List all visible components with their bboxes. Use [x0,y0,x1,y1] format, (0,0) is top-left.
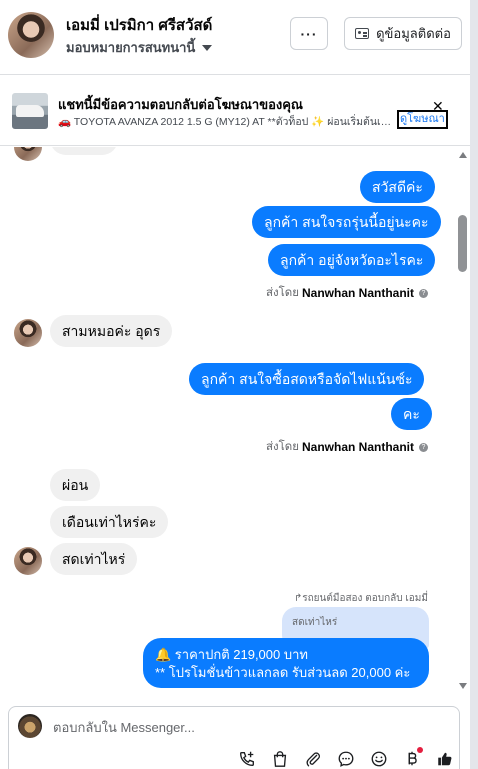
info-icon[interactable]: ? [419,288,428,298]
scroll-thumb[interactable] [458,215,467,272]
sent-by-label: ส่งโดย Nanwhan Nanthanit ? [266,438,428,456]
sender-name: Nanwhan Nanthanit [301,440,414,454]
caret-down-icon [202,44,213,51]
info-icon[interactable]: ? [419,442,428,452]
paperclip-icon[interactable] [301,747,325,769]
message-line: 🔔 ราคาปกติ 219,000 บาท [155,647,308,662]
emoji-icon[interactable] [367,747,391,769]
message-bubble-outgoing: ลูกค้า สนใจซื้อสดหรือจัดไฟแน้นซ์ะ [189,363,425,395]
ad-banner-title: แชทนี้มีข้อความตอบกลับต่อโฆษณาของคุณ [58,97,303,112]
page-avatar [18,714,42,738]
thread-scrollbar[interactable] [455,147,470,695]
baht-payment-icon[interactable] [400,747,424,769]
message-bubble-outgoing: สวัสดีค่ะ [360,171,435,203]
message-bubble-incoming: ผ่อน [50,469,101,501]
close-icon[interactable]: ✕ [432,99,444,113]
reply-context-label: ↱รถยนต์มือสอง ตอบกลับ เอมมี่ [293,593,428,604]
contact-avatar-small [14,147,42,161]
sent-by-prefix: ส่งโดย [265,441,299,453]
sent-by-prefix: ส่งโดย [265,287,299,299]
notification-dot [417,747,423,753]
message-thread[interactable]: สวัสดีค่ะ ลูกค้า สนใจรถรุ่นนี้อยู่นะคะ ล… [0,147,470,695]
scroll-down-arrow-icon[interactable] [459,683,467,689]
message-bubble-outgoing: 🔔 ราคาปกติ 219,000 บาท ** โปรโมชั่นข้าวแ… [143,638,429,688]
chat-bubble-icon[interactable] [334,747,358,769]
scroll-up-arrow-icon[interactable] [459,152,467,158]
call-add-icon[interactable] [235,747,259,769]
message-composer [8,706,460,769]
window-edge [470,0,478,769]
message-line: ** โปรโมชั่นข้าวแลกลด รับส่วนลด 20,000 ค… [155,665,411,680]
assign-label: มอบหมายการสนทนานี้ [66,40,196,55]
contact-avatar-small [14,547,42,575]
message-bubble-outgoing: คะ [391,398,432,430]
message-bubble-incoming: เดือนเท่าไหร่คะ [50,506,169,538]
conversation-header: เอมมี่ เปรมิกา ศรีสวัสด์ มอบหมายการสนทนา… [0,0,478,75]
contact-card-icon [355,28,370,39]
contact-avatar-small [14,319,42,347]
reply-input[interactable] [53,716,403,738]
contact-name[interactable]: เอมมี่ เปรมิกา ศรีสวัสด์ [66,13,212,37]
sent-by-label: ส่งโดย Nanwhan Nanthanit ? [266,284,428,302]
contact-avatar[interactable] [8,12,54,58]
message-bubble-incoming [50,147,118,155]
ad-thumbnail [12,93,48,129]
thumbs-up-icon[interactable] [433,747,457,769]
composer-toolbar [235,747,457,769]
view-contact-info-label: ดูข้อมูลติดต่อ [376,26,451,41]
sender-name: Nanwhan Nanthanit [301,286,414,300]
assign-conversation-dropdown[interactable]: มอบหมายการสนทนานี้ [66,37,213,58]
message-bubble-incoming: สามหมอค่ะ อุดร [50,315,173,347]
ad-banner-subtitle: 🚗 TOYOTA AVANZA 2012 1.5 G (MY12) AT **ต… [58,116,393,128]
message-bubble-incoming: สดเท่าไหร่ [50,543,138,575]
ad-reply-banner: แชทนี้มีข้อความตอบกลับต่อโฆษณาของคุณ 🚗 T… [0,76,470,146]
view-contact-info-button[interactable]: ดูข้อมูลติดต่อ [344,17,462,50]
more-options-button[interactable]: ··· [290,17,328,50]
message-bubble-outgoing: ลูกค้า อยู่จังหวัดอะไรคะ [268,244,436,276]
shopping-bag-icon[interactable] [268,747,292,769]
message-bubble-outgoing: ลูกค้า สนใจรถรุ่นนี้อยู่นะคะ [252,206,441,238]
